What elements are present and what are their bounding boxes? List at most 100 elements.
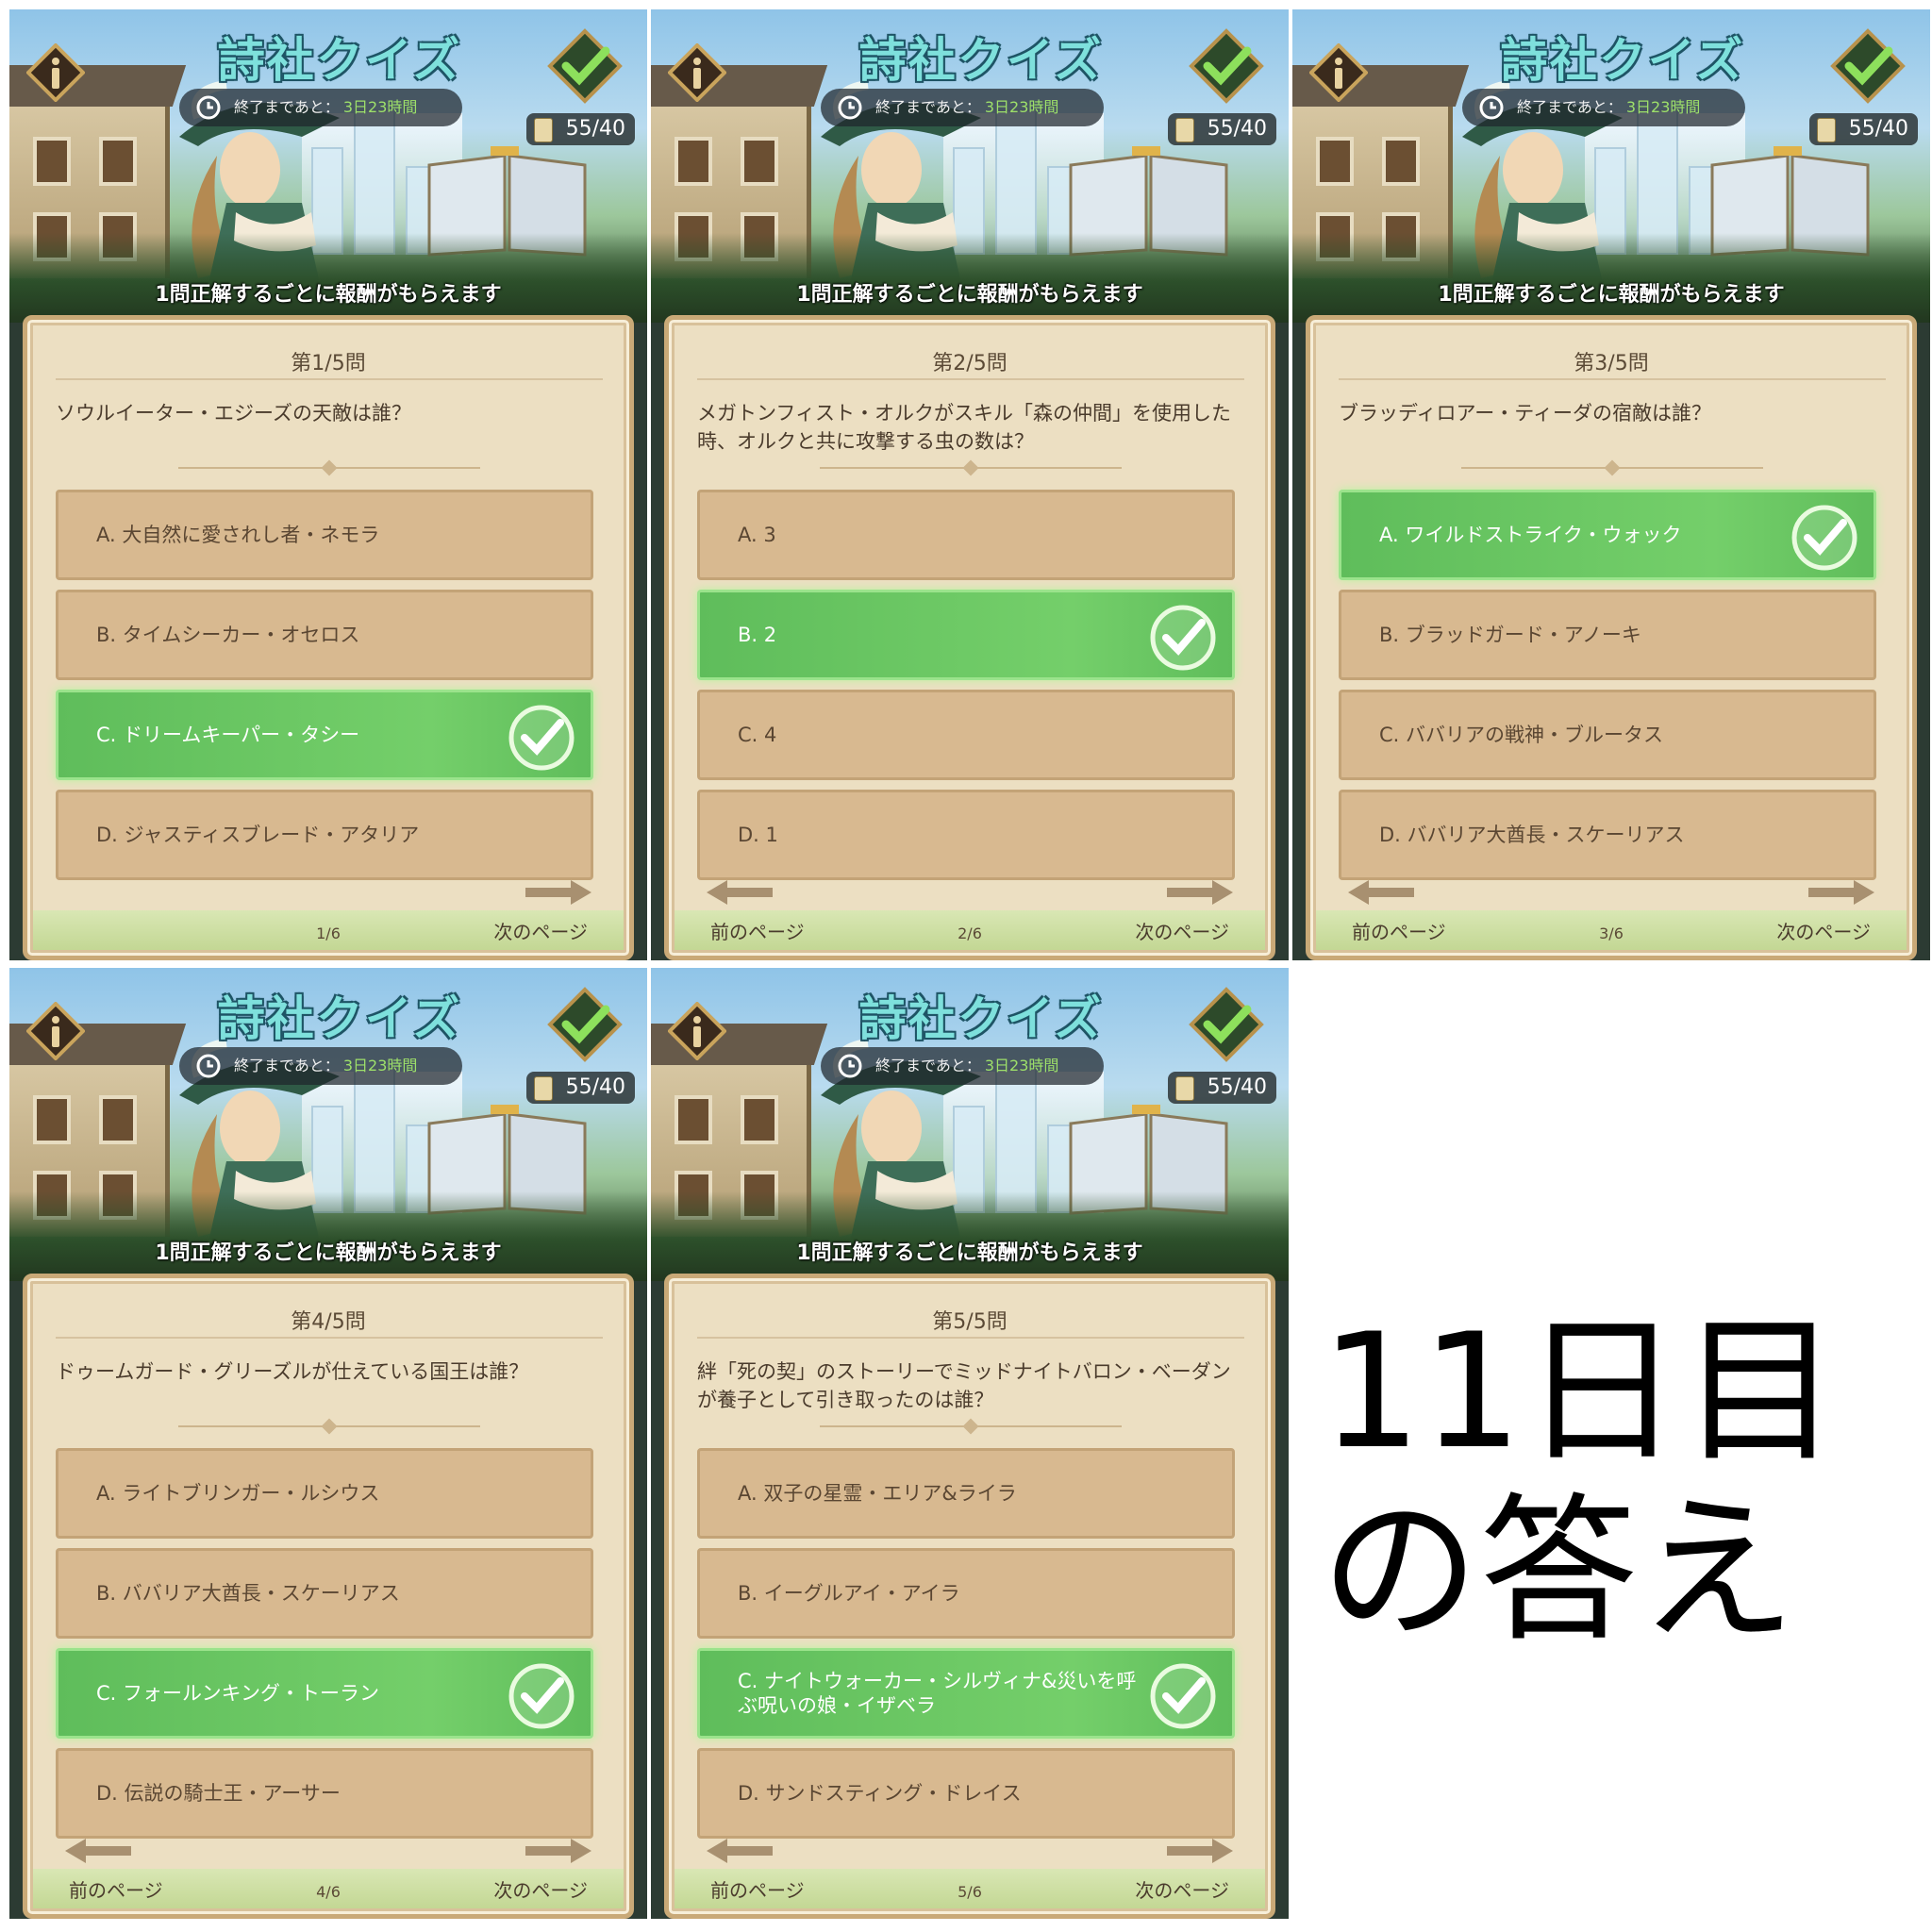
divider bbox=[56, 1337, 603, 1339]
divider bbox=[697, 378, 1244, 380]
answer-options: A. ワイルドストライク・ウォック B. ブラッドガード・アノーキ C. ババリアの… bbox=[1339, 490, 1876, 890]
correct-check-icon bbox=[1791, 505, 1857, 571]
question-text: ドゥームガード・グリーズルが仕えている国王は誰？ bbox=[56, 1360, 529, 1383]
question-number: 第4/5問 bbox=[291, 1310, 366, 1334]
info-icon[interactable] bbox=[26, 1002, 85, 1060]
clock-icon bbox=[196, 1054, 221, 1078]
arrow-left-icon[interactable] bbox=[1348, 878, 1414, 907]
pagination: 前のページ 5/6 次のページ bbox=[669, 1820, 1271, 1914]
ornament-divider bbox=[178, 1418, 480, 1435]
scroll-icon bbox=[534, 118, 553, 142]
ornament-divider bbox=[820, 459, 1122, 476]
info-icon[interactable] bbox=[668, 1002, 726, 1060]
completion-check-icon[interactable] bbox=[1189, 28, 1264, 104]
event-title: 詩社クイズ bbox=[858, 33, 1104, 88]
answer-option[interactable]: C. 4 bbox=[697, 690, 1235, 780]
countdown-timer: 終了まであと： 3日23時間 bbox=[179, 1047, 462, 1085]
answer-option[interactable]: B. ババリア大酋長・スケーリアス bbox=[56, 1548, 593, 1639]
progress-value: 55/40 bbox=[1848, 117, 1908, 141]
answer-option-correct[interactable]: B. 2 bbox=[697, 590, 1235, 680]
completion-check-icon[interactable] bbox=[547, 28, 623, 104]
countdown-timer: 終了まであと： 3日23時間 bbox=[821, 89, 1104, 126]
answer-option-label: A. 大自然に愛されし者・ネモラ bbox=[96, 524, 380, 546]
answer-options: A. ライトブリンガー・ルシウス B. ババリア大酋長・スケーリアス C. フォール… bbox=[56, 1448, 593, 1848]
answer-option-label: B. 2 bbox=[738, 624, 777, 646]
completion-check-icon[interactable] bbox=[547, 987, 623, 1062]
timer-value: 3日23時間 bbox=[342, 1057, 418, 1074]
answer-option[interactable]: B. ブラッドガード・アノーキ bbox=[1339, 590, 1876, 680]
correct-check-icon bbox=[508, 1663, 575, 1729]
next-page-button[interactable]: 次のページ bbox=[493, 1875, 588, 1903]
arrow-left-icon[interactable] bbox=[65, 1837, 131, 1865]
question-card: 第4/5問 ドゥームガード・グリーズルが仕えている国王は誰？ A. ライトブリン… bbox=[23, 1274, 634, 1919]
timer-value: 3日23時間 bbox=[342, 98, 418, 116]
answer-option[interactable]: A. 大自然に愛されし者・ネモラ bbox=[56, 490, 593, 580]
next-page-button[interactable]: 次のページ bbox=[1776, 917, 1871, 944]
answer-option[interactable]: A. 双子の星霊・エリア&ライラ bbox=[697, 1448, 1235, 1539]
ornament-divider bbox=[1461, 459, 1763, 476]
info-icon[interactable] bbox=[26, 43, 85, 102]
caption-line-2: の答え bbox=[1321, 1478, 1796, 1663]
quiz-panel-4: 詩社クイズ 終了まであと： 3日23時間 55/40 1問正解するごとに報酬がもら… bbox=[9, 968, 647, 1919]
arrow-right-icon[interactable] bbox=[1167, 1837, 1233, 1865]
pagination: 前のページ 3/6 次のページ bbox=[1310, 861, 1912, 956]
timer-label: 終了まであと： bbox=[234, 98, 340, 116]
answer-option-label: B. タイムシーカー・オセロス bbox=[96, 624, 360, 646]
correct-check-icon bbox=[1150, 1663, 1216, 1729]
answer-option-label: C. 4 bbox=[738, 724, 777, 746]
answer-option-label: C. ババリアの戦神・ブルータス bbox=[1379, 724, 1664, 746]
arrow-right-icon[interactable] bbox=[1167, 878, 1233, 907]
completion-check-icon[interactable] bbox=[1830, 28, 1906, 104]
arrow-left-icon[interactable] bbox=[707, 1837, 773, 1865]
progress-counter: 55/40 bbox=[1168, 113, 1276, 145]
info-icon[interactable] bbox=[1309, 43, 1368, 102]
arrow-right-icon[interactable] bbox=[525, 1837, 591, 1865]
answer-options: A. 3 B. 2 C. 4 D. 1 bbox=[697, 490, 1235, 890]
answer-option[interactable]: A. ライトブリンガー・ルシウス bbox=[56, 1448, 593, 1539]
pagination: 前のページ 2/6 次のページ bbox=[669, 861, 1271, 956]
answer-option-label: A. ワイルドストライク・ウォック bbox=[1379, 524, 1682, 546]
answer-option-label: A. 双子の星霊・エリア&ライラ bbox=[738, 1482, 1017, 1505]
event-title: 詩社クイズ bbox=[217, 33, 462, 88]
answer-option[interactable]: A. 3 bbox=[697, 490, 1235, 580]
answer-option[interactable]: B. タイムシーカー・オセロス bbox=[56, 590, 593, 680]
question-card: 第2/5問 メガトンフィスト・オルクがスキル「森の仲間」を使用した時、オルクと共… bbox=[664, 315, 1275, 960]
next-page-button[interactable]: 次のページ bbox=[493, 917, 588, 944]
question-card: 第1/5問 ソウルイーター・エジーズの天敵は誰？ A. 大自然に愛されし者・ネモ… bbox=[23, 315, 634, 960]
arrow-right-icon[interactable] bbox=[525, 878, 591, 907]
scroll-icon bbox=[1175, 118, 1194, 142]
progress-value: 55/40 bbox=[1207, 117, 1267, 141]
timer-value: 3日23時間 bbox=[1625, 98, 1701, 116]
reward-notice: 1問正解するごとに報酬がもらえます bbox=[155, 1241, 502, 1265]
timer-label: 終了まであと： bbox=[875, 98, 981, 116]
reward-notice: 1問正解するごとに報酬がもらえます bbox=[796, 1241, 1143, 1265]
answer-option[interactable]: C. ババリアの戦神・ブルータス bbox=[1339, 690, 1876, 780]
answer-options: A. 双子の星霊・エリア&ライラ B. イーグルアイ・アイラ C. ナイトウォーカー… bbox=[697, 1448, 1235, 1848]
arrow-right-icon[interactable] bbox=[1808, 878, 1874, 907]
progress-value: 55/40 bbox=[565, 1075, 625, 1099]
next-page-button[interactable]: 次のページ bbox=[1135, 1875, 1229, 1903]
answer-option-label: A. 3 bbox=[738, 524, 776, 546]
divider bbox=[56, 378, 603, 380]
reward-notice: 1問正解するごとに報酬がもらえます bbox=[155, 283, 502, 307]
info-icon[interactable] bbox=[668, 43, 726, 102]
next-page-button[interactable]: 次のページ bbox=[1135, 917, 1229, 944]
timer-label: 終了まであと： bbox=[234, 1057, 340, 1074]
countdown-timer: 終了まであと： 3日23時間 bbox=[179, 89, 462, 126]
answer-option-label: D. ジャスティスブレード・アタリア bbox=[96, 824, 420, 846]
quiz-panel-5: 詩社クイズ 終了まであと： 3日23時間 55/40 1問正解するごとに報酬がもら… bbox=[651, 968, 1289, 1919]
answer-option-correct[interactable]: C. フォールンキング・トーラン bbox=[56, 1648, 593, 1739]
scroll-icon bbox=[1817, 118, 1836, 142]
answer-option[interactable]: B. イーグルアイ・アイラ bbox=[697, 1548, 1235, 1639]
question-number: 第3/5問 bbox=[1574, 352, 1649, 375]
completion-check-icon[interactable] bbox=[1189, 987, 1264, 1062]
quiz-panel-1: 詩社クイズ 終了まであと： 3日23時間 55/40 1問正解するごとに報酬がもら… bbox=[9, 9, 647, 960]
answer-option-correct[interactable]: C. ドリームキーパー・タシー bbox=[56, 690, 593, 780]
ornament-divider bbox=[820, 1418, 1122, 1435]
arrow-left-icon[interactable] bbox=[707, 878, 773, 907]
answer-option-correct[interactable]: A. ワイルドストライク・ウォック bbox=[1339, 490, 1876, 580]
clock-icon bbox=[838, 95, 862, 120]
answer-option-correct[interactable]: C. ナイトウォーカー・シルヴィナ&災いを呼ぶ呪いの娘・イザベラ bbox=[697, 1648, 1235, 1739]
question-number: 第1/5問 bbox=[291, 352, 366, 375]
timer-label: 終了まであと： bbox=[875, 1057, 981, 1074]
